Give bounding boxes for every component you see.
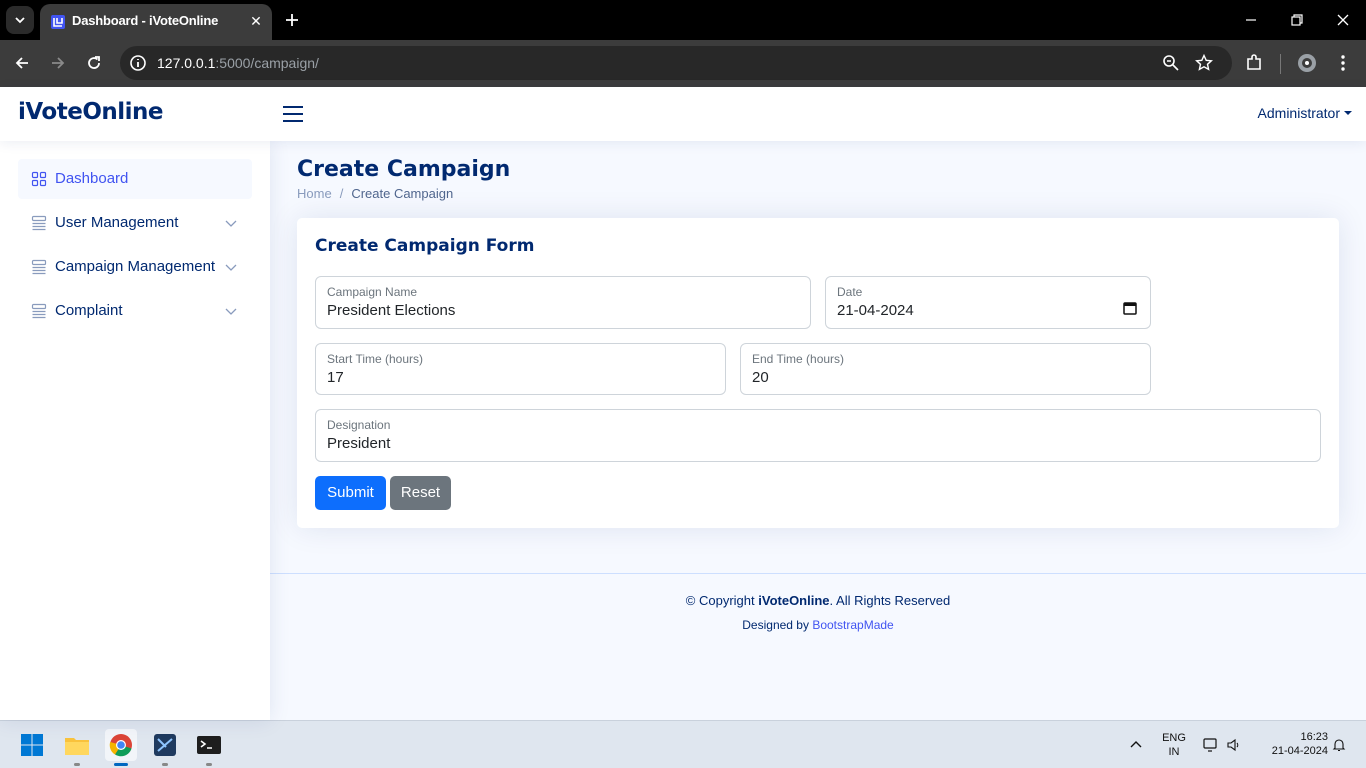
windows-taskbar: ENG IN 16:23 21-04-2024 [0, 720, 1366, 768]
campaign-name-field[interactable]: Campaign Name President Elections [315, 276, 811, 329]
sidebar-toggle-icon[interactable] [282, 103, 304, 125]
menu-app-icon [31, 303, 47, 319]
chevron-down-icon [225, 308, 237, 315]
network-icon[interactable] [1203, 737, 1219, 753]
clock[interactable]: 16:23 21-04-2024 [1256, 730, 1328, 758]
site-favicon-icon [51, 15, 65, 29]
form-title: Create Campaign Form [315, 236, 535, 256]
taskbar-terminal[interactable] [193, 729, 225, 766]
sidebar-item-user-management[interactable]: User Management [18, 203, 252, 243]
reset-button[interactable]: Reset [390, 476, 451, 510]
calendar-icon[interactable] [1123, 301, 1137, 315]
taskbar-chrome[interactable] [105, 729, 137, 766]
breadcrumb-current: Create Campaign [351, 186, 454, 201]
breadcrumb-home[interactable]: Home [297, 186, 332, 201]
chevron-up-icon[interactable] [1128, 737, 1144, 753]
zoom-icon[interactable] [1162, 54, 1180, 72]
volume-icon[interactable] [1226, 737, 1242, 753]
sidebar-item-label: Dashboard [55, 170, 129, 187]
toolbar-divider [1280, 54, 1281, 74]
notification-bell-icon[interactable] [1331, 737, 1347, 753]
end-time-label: End Time (hours) [752, 352, 845, 366]
designer-link[interactable]: BootstrapMade [812, 618, 893, 632]
taskbar-vscode-like-app[interactable] [149, 729, 181, 766]
sidebar-item-label: Complaint [55, 302, 123, 319]
start-time-label: Start Time (hours) [327, 352, 424, 366]
chevron-down-icon [225, 220, 237, 227]
start-time-field[interactable]: Start Time (hours) 17 [315, 343, 726, 395]
campaign-name-value: President Elections [327, 302, 456, 319]
profile-avatar-icon[interactable] [1297, 53, 1317, 73]
address-bar[interactable]: 127.0.0.1:5000/campaign/ [120, 46, 1232, 80]
restore-icon[interactable] [1287, 10, 1307, 30]
caret-down-icon [1344, 111, 1352, 115]
menu-app-icon [31, 259, 47, 275]
minimize-icon[interactable] [1241, 10, 1261, 30]
designation-field[interactable]: Designation President [315, 409, 1321, 462]
designation-value: President [327, 435, 391, 452]
bookmark-star-icon[interactable] [1195, 54, 1213, 72]
end-time-field[interactable]: End Time (hours) 20 [740, 343, 1151, 395]
site-info-icon[interactable] [128, 53, 148, 73]
more-menu-icon[interactable] [1333, 53, 1353, 73]
tab-title: Dashboard - iVoteOnline [72, 13, 219, 28]
submit-button[interactable]: Submit [315, 476, 386, 510]
terminal-icon [197, 736, 221, 754]
chevron-down-icon [15, 17, 25, 24]
campaign-form-card: Create Campaign Form Campaign Name Presi… [297, 218, 1339, 528]
sidebar-item-complaint[interactable]: Complaint [18, 291, 252, 331]
app-icon [154, 734, 176, 756]
browser-tab-bar: Dashboard - iVoteOnline ✕ [0, 0, 1366, 40]
chevron-down-icon [225, 264, 237, 271]
reload-icon[interactable] [84, 53, 104, 73]
browser-toolbar: 127.0.0.1:5000/campaign/ [0, 40, 1366, 87]
start-button[interactable] [16, 729, 48, 761]
date-value: 21-04-2024 [837, 302, 914, 319]
copyright-text: © Copyright iVoteOnline. All Rights Rese… [685, 593, 951, 608]
windows-logo-icon [21, 734, 43, 756]
back-arrow-icon[interactable] [12, 53, 32, 73]
credits-text: Designed by BootstrapMade [742, 618, 894, 632]
campaign-name-label: Campaign Name [327, 285, 418, 299]
new-tab-icon[interactable] [282, 10, 302, 30]
sidebar: Dashboard User Management Campaign Manag… [0, 141, 270, 720]
browser-tab[interactable]: Dashboard - iVoteOnline ✕ [40, 4, 272, 40]
sidebar-item-campaign-management[interactable]: Campaign Management [18, 247, 252, 287]
date-label: Date [837, 285, 863, 299]
language-indicator[interactable]: ENG IN [1158, 731, 1190, 759]
app-header: iVoteOnline Administrator [0, 87, 1366, 141]
folder-icon [65, 738, 89, 755]
end-time-value: 20 [752, 369, 769, 386]
designation-label: Designation [327, 418, 391, 432]
page-title: Create Campaign [297, 157, 511, 182]
taskbar-file-explorer[interactable] [61, 729, 93, 766]
menu-app-icon [31, 215, 47, 231]
sidebar-item-label: User Management [55, 214, 179, 231]
chrome-icon [109, 734, 132, 757]
user-dropdown[interactable]: Administrator [1258, 105, 1352, 121]
footer-divider [270, 573, 1366, 574]
grid-icon [31, 171, 47, 187]
forward-arrow-icon[interactable] [48, 53, 68, 73]
url-text: 127.0.0.1:5000/campaign/ [157, 55, 319, 71]
app-logo[interactable]: iVoteOnline [18, 99, 164, 125]
start-time-value: 17 [327, 369, 344, 386]
extensions-icon[interactable] [1244, 53, 1264, 73]
tab-search-button[interactable] [6, 6, 34, 34]
close-window-icon[interactable] [1333, 10, 1353, 30]
date-field[interactable]: Date 21-04-2024 [825, 276, 1151, 329]
sidebar-item-dashboard[interactable]: Dashboard [18, 159, 252, 199]
tab-close-icon[interactable]: ✕ [248, 13, 264, 29]
sidebar-item-label: Campaign Management [55, 258, 216, 275]
breadcrumb: Home / Create Campaign [297, 186, 454, 201]
